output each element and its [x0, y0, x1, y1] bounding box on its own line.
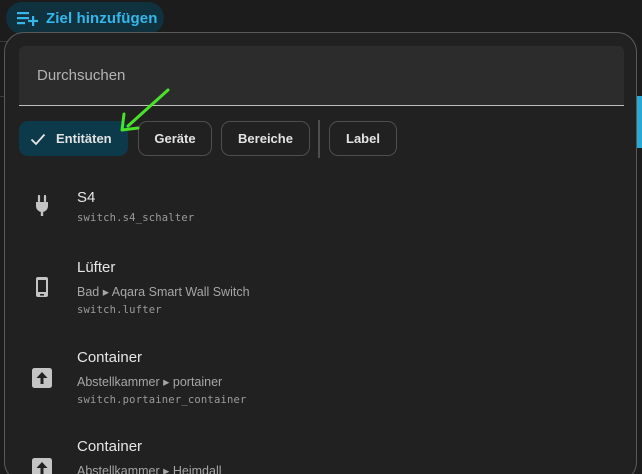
item-name: Container: [77, 349, 143, 366]
cellphone-icon: [36, 277, 48, 297]
item-entity-id: switch.s4_schalter: [77, 212, 195, 224]
chip-divider: [318, 120, 320, 158]
item-subtitle: Abstellkammer ▸ portainer: [77, 375, 223, 389]
item-entity-id: switch.portainer_container: [77, 394, 247, 406]
list-item[interactable]: Lüfter Bad ▸ Aqara Smart Wall Switch swi…: [5, 253, 636, 343]
item-entity-id: switch.lufter: [77, 304, 162, 316]
item-name: S4: [77, 189, 96, 206]
chip-labels-label: Label: [346, 131, 380, 146]
search-placeholder: Durchsuchen: [37, 67, 126, 84]
arrow-up-box-icon: [32, 368, 52, 388]
list-item[interactable]: Container Abstellkammer ▸ Heimdall: [5, 433, 636, 474]
chip-areas-label: Bereiche: [238, 131, 293, 146]
power-plug-icon: [36, 194, 48, 216]
item-name: Container: [77, 438, 143, 455]
screen: Ziel hinzufügen Durchsuchen Entitäten Ge…: [0, 0, 642, 474]
item-name: Lüfter: [77, 259, 116, 276]
item-subtitle: Bad ▸ Aqara Smart Wall Switch: [77, 285, 250, 299]
target-picker-popover: Durchsuchen Entitäten Geräte Bereiche La…: [4, 32, 637, 474]
item-subtitle: Abstellkammer ▸ Heimdall: [77, 464, 222, 474]
playlist-plus-icon: [17, 12, 38, 26]
chip-entities-label: Entitäten: [56, 131, 112, 146]
arrow-up-box-icon: [32, 458, 52, 474]
chip-entities[interactable]: Entitäten: [19, 121, 128, 156]
chip-areas[interactable]: Bereiche: [221, 121, 310, 156]
add-target-label: Ziel hinzufügen: [46, 9, 158, 27]
annotation-arrow: [120, 88, 170, 132]
list-item[interactable]: Container Abstellkammer ▸ portainer swit…: [5, 343, 636, 433]
check-icon: [30, 133, 46, 145]
add-target-button[interactable]: Ziel hinzufügen: [6, 2, 164, 34]
search-field[interactable]: Durchsuchen: [19, 46, 624, 106]
chip-labels[interactable]: Label: [329, 121, 397, 156]
list-item[interactable]: S4 switch.s4_schalter: [5, 173, 636, 253]
